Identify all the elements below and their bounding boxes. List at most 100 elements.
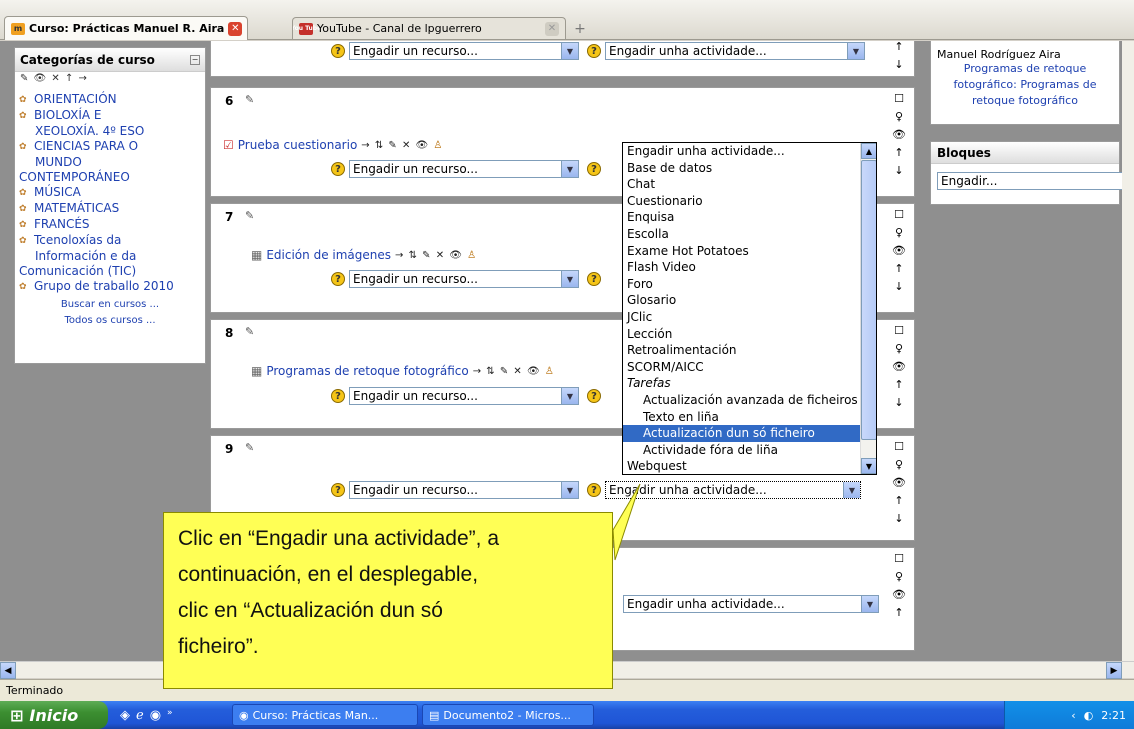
chevron-left-icon[interactable]: ◀ xyxy=(0,662,16,679)
dropdown-option[interactable]: SCORM/AICC xyxy=(623,359,876,376)
search-courses-link[interactable]: Buscar en cursos ... xyxy=(15,297,205,313)
down-arrow-icon[interactable]: ↓ xyxy=(894,512,903,526)
dropdown-option[interactable]: Glosario xyxy=(623,292,876,309)
help-icon[interactable]: ? xyxy=(331,483,345,497)
category-item[interactable]: ✿ BIOLOXÍA E xyxy=(19,108,201,124)
resource-edit-icons[interactable]: → ⇅ ✎ ✕ 👁 ♙ xyxy=(473,366,555,377)
taskbar-button-firefox[interactable]: ◉ Curso: Prácticas Man... xyxy=(232,704,418,726)
category-label[interactable]: Tcenoloxías da xyxy=(34,233,121,249)
category-label[interactable]: MÚSICA xyxy=(34,185,81,201)
dropdown-option[interactable]: Texto en liña xyxy=(623,409,876,426)
all-courses-link[interactable]: Todos os cursos ... xyxy=(15,313,205,329)
resource-edit-icons[interactable]: → ⇅ ✎ ✕ 👁 ♙ xyxy=(395,250,477,261)
dropdown-option[interactable]: Escolla xyxy=(623,226,876,243)
category-label[interactable]: ORIENTACIÓN xyxy=(34,92,117,108)
edit-icon[interactable]: ✎ xyxy=(245,209,254,222)
dropdown-option-highlighted[interactable]: Actualización dun só ficheiro xyxy=(623,425,876,442)
add-resource-select[interactable]: Engadir un recurso... ▼ xyxy=(349,270,579,288)
up-arrow-icon[interactable]: ↑ xyxy=(894,146,903,160)
lightbulb-icon[interactable]: ♀ xyxy=(895,458,903,472)
edit-icon[interactable]: ✎ xyxy=(245,325,254,338)
up-arrow-icon[interactable]: ↑ xyxy=(894,494,903,508)
highlight-box-icon[interactable]: ☐ xyxy=(894,552,904,566)
dropdown-option[interactable]: Actividade fóra de liña xyxy=(623,442,876,459)
category-item[interactable]: Comunicación (TIC) xyxy=(19,264,201,279)
help-icon[interactable]: ? xyxy=(331,272,345,286)
category-item[interactable]: Información e da xyxy=(19,249,201,264)
user-icon[interactable]: ♙ xyxy=(433,140,443,151)
desktop-icon[interactable]: ◈ xyxy=(120,708,130,723)
eye-icon[interactable]: 👁 xyxy=(892,476,906,490)
category-item[interactable]: ✿ ORIENTACIÓN xyxy=(19,92,201,108)
tab-youtube[interactable]: You Tube YouTube - Canal de lpguerrero ✕ xyxy=(292,17,566,39)
category-item[interactable]: ✿ FRANCÉS xyxy=(19,217,201,233)
vertical-scrollbar[interactable] xyxy=(1122,41,1134,661)
taskbar-button-word[interactable]: ▤ Documento2 - Micros... xyxy=(422,704,594,726)
up-arrow-icon[interactable]: ↑ xyxy=(894,378,903,392)
eye-icon[interactable]: 👁 xyxy=(892,128,906,142)
category-label[interactable]: MATEMÁTICAS xyxy=(34,201,119,217)
edit-icons[interactable]: → ⇅ ✎ ✕ 👁 xyxy=(361,140,429,151)
add-resource-select[interactable]: Engadir un recurso... ▼ xyxy=(349,42,579,60)
add-activity-select[interactable]: Engadir unha actividade... ▼ xyxy=(623,595,879,613)
lightbulb-icon[interactable]: ♀ xyxy=(895,570,903,584)
highlight-box-icon[interactable]: ☐ xyxy=(894,208,904,222)
tray-arrow-icon[interactable]: ‹ xyxy=(1071,709,1075,722)
lightbulb-icon[interactable]: ♀ xyxy=(895,110,903,124)
help-icon[interactable]: ? xyxy=(331,162,345,176)
highlight-box-icon[interactable]: ☐ xyxy=(894,324,904,338)
category-item[interactable]: ✿ Grupo de traballo 2010 xyxy=(19,279,201,295)
chevron-right-icon[interactable]: ▶ xyxy=(1106,662,1122,679)
lightbulb-icon[interactable]: ♀ xyxy=(895,226,903,240)
down-arrow-icon[interactable]: ↓ xyxy=(894,58,903,72)
more-icon[interactable]: » xyxy=(167,708,173,723)
category-label[interactable]: Comunicación (TIC) xyxy=(19,264,136,279)
ie-icon[interactable]: ℯ xyxy=(136,708,144,723)
category-item[interactable]: CONTEMPORÁNEO xyxy=(19,170,201,185)
category-label[interactable]: CIENCIAS PARA O xyxy=(34,139,138,155)
resource-link[interactable]: Edición de imágenes xyxy=(266,248,391,262)
add-resource-select[interactable]: Engadir un recurso... ▼ xyxy=(349,160,579,178)
dropdown-option[interactable]: Actualización avanzada de ficheiros xyxy=(623,392,876,409)
dropdown-option[interactable]: Chat xyxy=(623,176,876,193)
help-icon[interactable]: ? xyxy=(331,44,345,58)
category-label[interactable]: BIOLOXÍA E xyxy=(34,108,102,124)
category-label[interactable]: CONTEMPORÁNEO xyxy=(19,170,130,185)
eye-icon[interactable]: 👁 xyxy=(892,244,906,258)
collapse-icon[interactable]: − xyxy=(190,54,200,65)
up-arrow-icon[interactable]: ↑ xyxy=(894,41,903,54)
eye-icon[interactable]: 👁 xyxy=(892,588,906,602)
firefox-icon[interactable]: ◉ xyxy=(150,708,161,723)
user-icon[interactable]: ♙ xyxy=(545,366,555,377)
category-label[interactable]: XEOLOXÍA. 4º ESO xyxy=(35,124,144,139)
category-item[interactable]: ✿ CIENCIAS PARA O xyxy=(19,139,201,155)
dropdown-option[interactable]: JClic xyxy=(623,309,876,326)
help-icon[interactable]: ? xyxy=(587,272,601,286)
category-item[interactable]: ✿ MÚSICA xyxy=(19,185,201,201)
start-button[interactable]: ⊞ Inicio xyxy=(0,701,108,729)
add-resource-select[interactable]: Engadir un recurso... ▼ xyxy=(349,387,579,405)
resource-edit-icons[interactable]: → ⇅ ✎ ✕ 👁 ♙ xyxy=(361,140,443,151)
resource-link[interactable]: Prueba cuestionario xyxy=(238,138,358,152)
lightbulb-icon[interactable]: ♀ xyxy=(895,342,903,356)
close-icon[interactable]: ✕ xyxy=(228,21,243,36)
dropdown-option[interactable]: Flash Video xyxy=(623,259,876,276)
dropdown-option[interactable]: Cuestionario xyxy=(623,193,876,210)
up-arrow-icon[interactable]: ↑ xyxy=(894,606,903,620)
help-icon[interactable]: ? xyxy=(331,389,345,403)
dropdown-option[interactable]: Base de datos xyxy=(623,160,876,177)
new-tab-button[interactable]: + xyxy=(570,20,590,38)
dropdown-scrollbar[interactable]: ▲ ▼ xyxy=(860,143,876,474)
edit-icon[interactable]: ✎ xyxy=(245,441,254,454)
resource-link[interactable]: Programas de retoque fotográfico xyxy=(266,364,468,378)
activity-dropdown-list[interactable]: Engadir unha actividade... Base de datos… xyxy=(622,142,877,475)
down-arrow-icon[interactable]: ↓ xyxy=(894,164,903,178)
up-arrow-icon[interactable]: ↑ xyxy=(894,262,903,276)
category-item[interactable]: ✿ MATEMÁTICAS xyxy=(19,201,201,217)
category-label[interactable]: FRANCÉS xyxy=(34,217,90,233)
dropdown-option[interactable]: Foro xyxy=(623,276,876,293)
chevron-up-icon[interactable]: ▲ xyxy=(861,143,876,159)
add-block-select[interactable]: Engadir... xyxy=(937,172,1134,190)
add-activity-select[interactable]: Engadir unha actividade... ▼ xyxy=(605,42,865,60)
edit-icons[interactable]: → ⇅ ✎ ✕ 👁 xyxy=(473,366,541,377)
